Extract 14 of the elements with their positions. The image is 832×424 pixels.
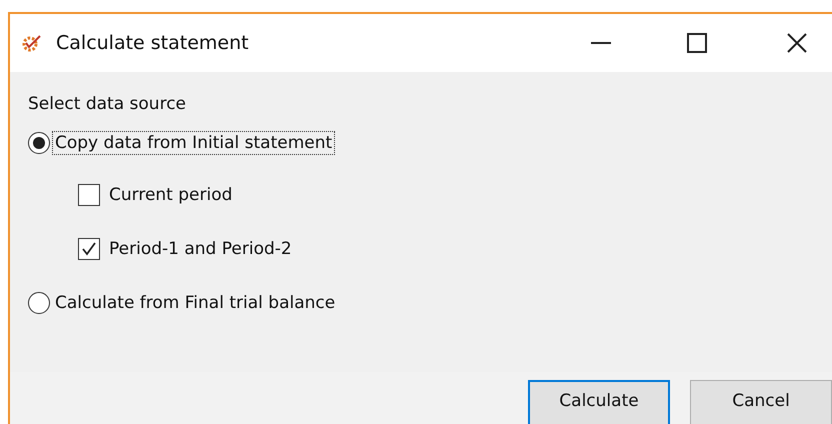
radio-button[interactable] (28, 292, 50, 314)
checkbox-label[interactable]: Period-1 and Period-2 (106, 237, 295, 261)
checkbox-label[interactable]: Current period (106, 183, 236, 207)
group-label: Select data source (28, 94, 187, 114)
maximize-icon[interactable] (686, 32, 708, 54)
checkbox[interactable] (78, 238, 100, 260)
cancel-button[interactable]: Cancel (690, 380, 832, 424)
option-label[interactable]: Copy data from Initial statement (52, 131, 336, 155)
option-label[interactable]: Calculate from Final trial balance (52, 291, 338, 315)
window-title: Calculate statement (56, 32, 249, 54)
checkbox[interactable] (78, 184, 100, 206)
close-icon[interactable] (786, 32, 808, 54)
calculate-button[interactable]: Calculate (528, 380, 670, 424)
radio-button[interactable] (28, 132, 50, 154)
